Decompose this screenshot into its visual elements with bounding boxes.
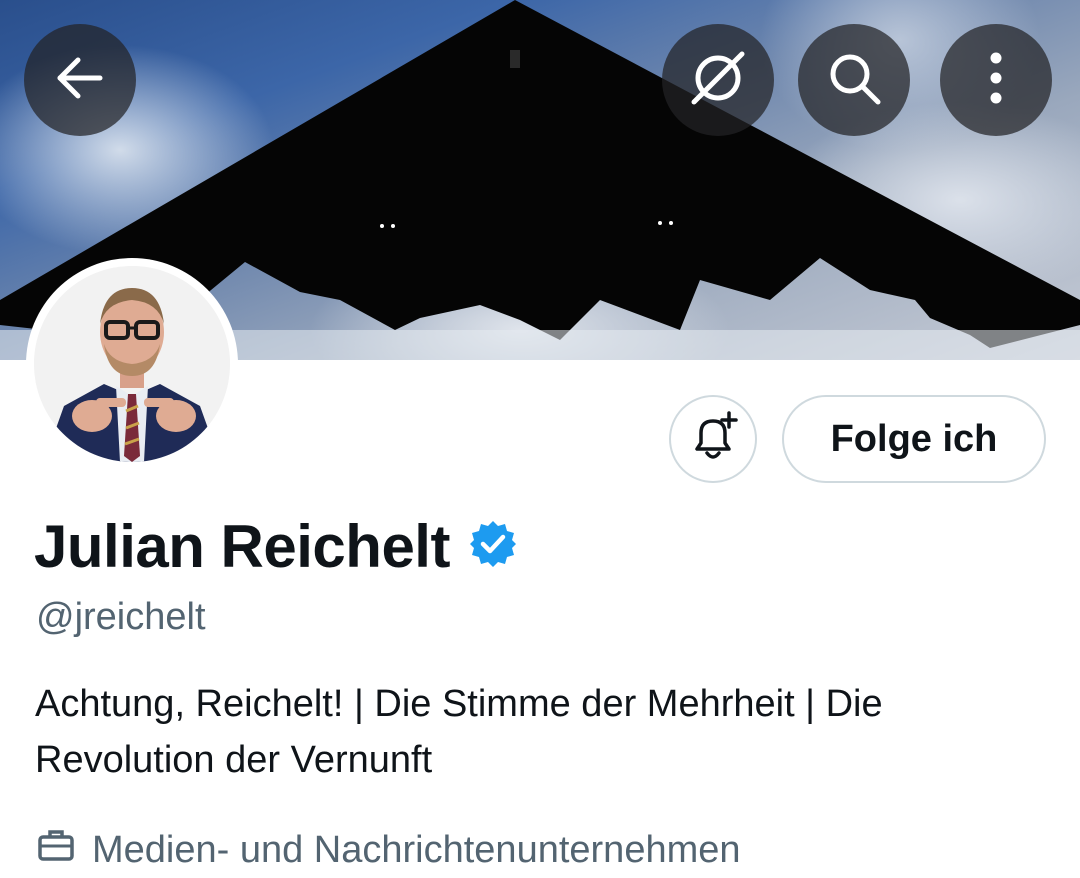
verified-badge-icon[interactable]: [468, 519, 518, 574]
briefcase-icon: [36, 825, 76, 875]
profile-name: Julian Reichelt: [34, 512, 450, 580]
avatar-photo: [34, 266, 230, 462]
grok-button[interactable]: [662, 24, 774, 136]
arrow-left-icon: [52, 50, 108, 111]
search-icon: [824, 48, 884, 113]
following-button[interactable]: Folge ich: [782, 395, 1046, 483]
profile-bio: Achtung, Reichelt! | Die Stimme der Mehr…: [35, 683, 883, 781]
notify-button[interactable]: [669, 395, 757, 483]
profile-category: Medien- und Nachrichtenunternehmen: [36, 822, 741, 878]
avatar[interactable]: [26, 258, 238, 470]
more-vertical-icon: [986, 48, 1006, 113]
grok-icon: [686, 46, 750, 115]
search-button[interactable]: [798, 24, 910, 136]
bell-plus-icon: [687, 410, 739, 468]
back-button[interactable]: [24, 24, 136, 136]
profile-category-label: Medien- und Nachrichtenunternehmen: [92, 828, 741, 871]
profile-name-row: Julian Reichelt: [34, 506, 518, 586]
profile-handle: @jreichelt: [36, 596, 206, 638]
more-button[interactable]: [940, 24, 1052, 136]
